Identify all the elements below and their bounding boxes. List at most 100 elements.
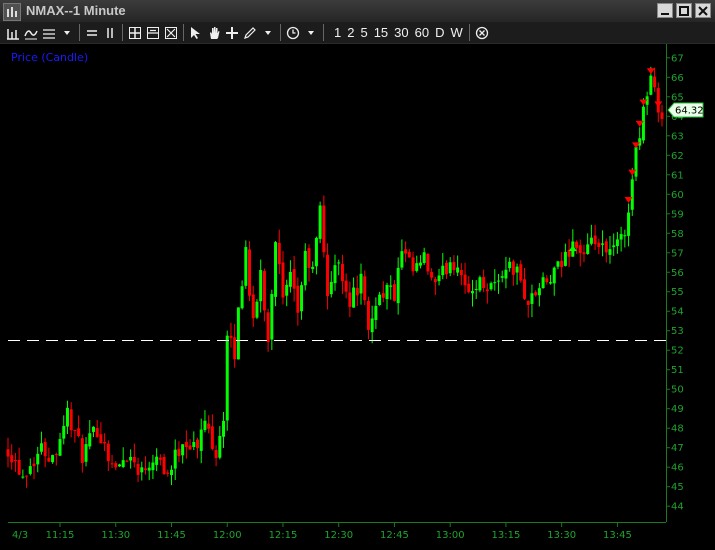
pencil-button[interactable] — [242, 24, 258, 42]
up-candle — [192, 442, 196, 447]
down-candle — [411, 257, 415, 272]
vertical-lines-icon — [107, 27, 113, 38]
up-candle — [21, 476, 25, 478]
down-candle — [32, 463, 36, 467]
clear-button[interactable] — [163, 24, 179, 42]
maximize-icon — [679, 5, 689, 16]
up-candle — [170, 469, 173, 476]
vertical-lines-button[interactable] — [102, 24, 118, 42]
down-candle — [526, 300, 530, 305]
down-candle — [80, 438, 84, 464]
up-candle — [352, 287, 356, 308]
y-tick-label: 59 — [671, 209, 684, 220]
chart-type-dropdown[interactable] — [59, 24, 75, 42]
down-candle — [99, 434, 103, 444]
up-candle — [641, 106, 645, 141]
minimize-button[interactable] — [657, 3, 673, 18]
close-button[interactable] — [695, 3, 711, 18]
up-candle — [91, 426, 95, 432]
clear-icon — [165, 26, 177, 39]
up-candle — [58, 439, 62, 456]
app-chart-icon — [3, 3, 21, 21]
grid-button[interactable] — [127, 24, 143, 42]
down-candle — [407, 251, 411, 258]
up-candle — [88, 433, 92, 447]
timeframe-daily-button[interactable]: D — [432, 25, 447, 40]
up-candle — [244, 247, 248, 286]
line-chart-button[interactable] — [23, 24, 39, 42]
down-candle — [467, 283, 471, 293]
timeframe-5-button[interactable]: 5 — [357, 25, 370, 40]
horizontal-lines-icon — [87, 29, 97, 36]
up-candle — [541, 277, 545, 289]
compare-icon — [43, 28, 55, 39]
y-tick-label: 45 — [671, 482, 684, 493]
timeframe-60-button[interactable]: 60 — [412, 25, 432, 40]
down-candle — [292, 269, 296, 289]
up-candle — [418, 262, 422, 266]
down-candle — [340, 263, 344, 282]
split-button[interactable] — [145, 24, 161, 42]
down-candle — [404, 249, 408, 254]
up-candle — [117, 464, 121, 467]
candlestick-chart[interactable]: Price (Candle) 44 45 46 47 48 49 50 51 52 53 54 55 5… — [0, 44, 715, 550]
up-candle — [288, 271, 292, 287]
down-candle — [54, 454, 58, 456]
up-candle — [615, 239, 619, 247]
chart-toolbar: 1 2 5 15 30 60 D W — [0, 22, 715, 44]
pointer-button[interactable] — [188, 24, 204, 42]
y-tick-label: 63 — [671, 131, 684, 142]
down-candle — [214, 449, 218, 459]
timeframe-weekly-button[interactable]: W — [448, 25, 466, 40]
up-candle — [255, 301, 259, 318]
clock-button[interactable] — [285, 24, 301, 42]
y-tick-label: 51 — [671, 365, 684, 376]
timeframe-30-button[interactable]: 30 — [391, 25, 411, 40]
up-candle — [199, 429, 203, 451]
down-candle — [660, 112, 664, 120]
y-tick-label: 58 — [671, 229, 684, 240]
down-candle — [47, 457, 51, 462]
up-candle — [300, 285, 304, 312]
y-tick-label: 57 — [671, 248, 684, 259]
horizontal-lines-button[interactable] — [84, 24, 100, 42]
compare-button[interactable] — [41, 24, 57, 42]
up-candle — [385, 284, 389, 300]
timeframe-1-button[interactable]: 1 — [331, 25, 344, 40]
up-candle — [370, 318, 374, 333]
up-candle — [337, 262, 341, 264]
up-candle — [556, 261, 560, 267]
interval-dropdown[interactable] — [303, 24, 319, 42]
down-candle — [604, 241, 608, 253]
down-candle — [114, 463, 118, 468]
up-candle — [121, 460, 125, 467]
down-candle — [277, 242, 281, 265]
bar-chart-button[interactable] — [5, 24, 21, 42]
price-chart-panel[interactable]: Price (Candle) 44 45 46 47 48 49 50 51 52 53 54 55 5… — [0, 44, 715, 550]
down-candle — [17, 460, 21, 475]
y-tick-label: 44 — [671, 502, 684, 513]
maximize-button[interactable] — [676, 3, 692, 18]
last-price-label: 64.32 — [675, 106, 704, 117]
up-candle — [378, 294, 382, 306]
toolbar-separator — [280, 24, 281, 41]
timeframe-15-button[interactable]: 15 — [371, 25, 391, 40]
up-candle — [422, 252, 426, 263]
up-candle — [65, 407, 69, 427]
crosshair-button[interactable] — [224, 24, 240, 42]
toolbar-separator — [79, 24, 80, 41]
down-candle — [210, 426, 214, 449]
down-candle — [266, 312, 270, 343]
up-candle — [649, 75, 653, 95]
chart-title: Price (Candle) — [11, 51, 88, 64]
up-candle — [274, 242, 278, 297]
last-price-tag: 64.32 — [667, 102, 704, 118]
hand-button[interactable] — [206, 24, 222, 42]
close-icon — [698, 5, 708, 16]
close-chart-button[interactable] — [474, 24, 490, 42]
drawing-tools-dropdown[interactable] — [260, 24, 276, 42]
timeframe-2-button[interactable]: 2 — [344, 25, 357, 40]
up-candle — [552, 267, 556, 284]
down-candle — [106, 443, 110, 462]
window-titlebar[interactable]: NMAX--1 Minute — [0, 0, 715, 23]
